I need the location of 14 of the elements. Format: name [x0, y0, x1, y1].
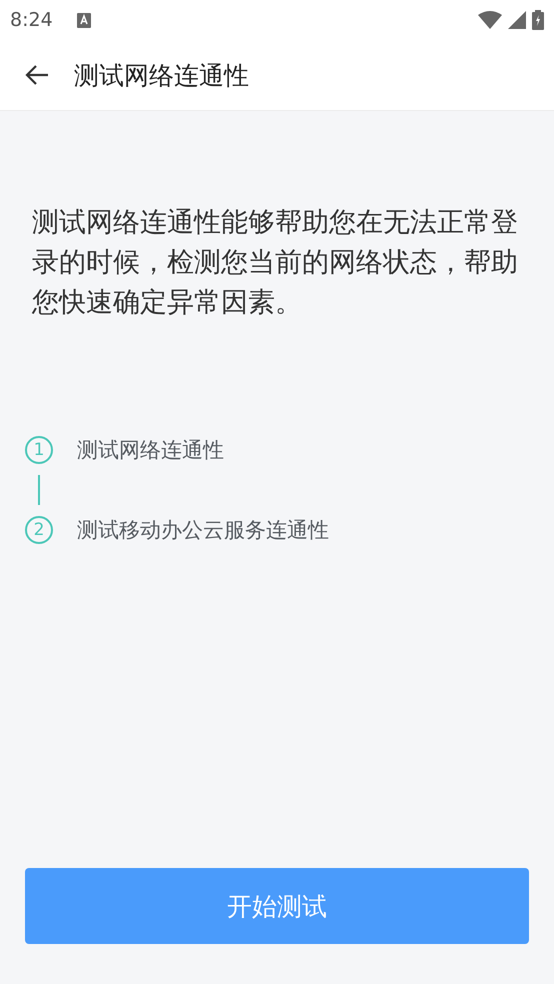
- step-connector: [38, 475, 40, 505]
- wifi-icon: [478, 11, 502, 29]
- back-arrow-icon: [25, 65, 49, 85]
- status-time: 8:24: [10, 9, 53, 31]
- page-title: 测试网络连通性: [74, 60, 249, 92]
- start-test-button[interactable]: 开始测试: [25, 868, 529, 944]
- notification-icon: [76, 12, 91, 28]
- battery-icon: [532, 10, 544, 30]
- step-number: 1: [25, 436, 53, 464]
- step-number: 2: [25, 516, 53, 544]
- intro-text: 测试网络连通性能够帮助您在无法正常登录的时候，检测您当前的网络状态，帮助您快速确定异常因素。: [32, 206, 519, 320]
- signal-icon: [508, 11, 526, 29]
- step-label: 测试网络连通性: [77, 437, 224, 464]
- step-label: 测试移动办公云服务连通性: [77, 517, 329, 544]
